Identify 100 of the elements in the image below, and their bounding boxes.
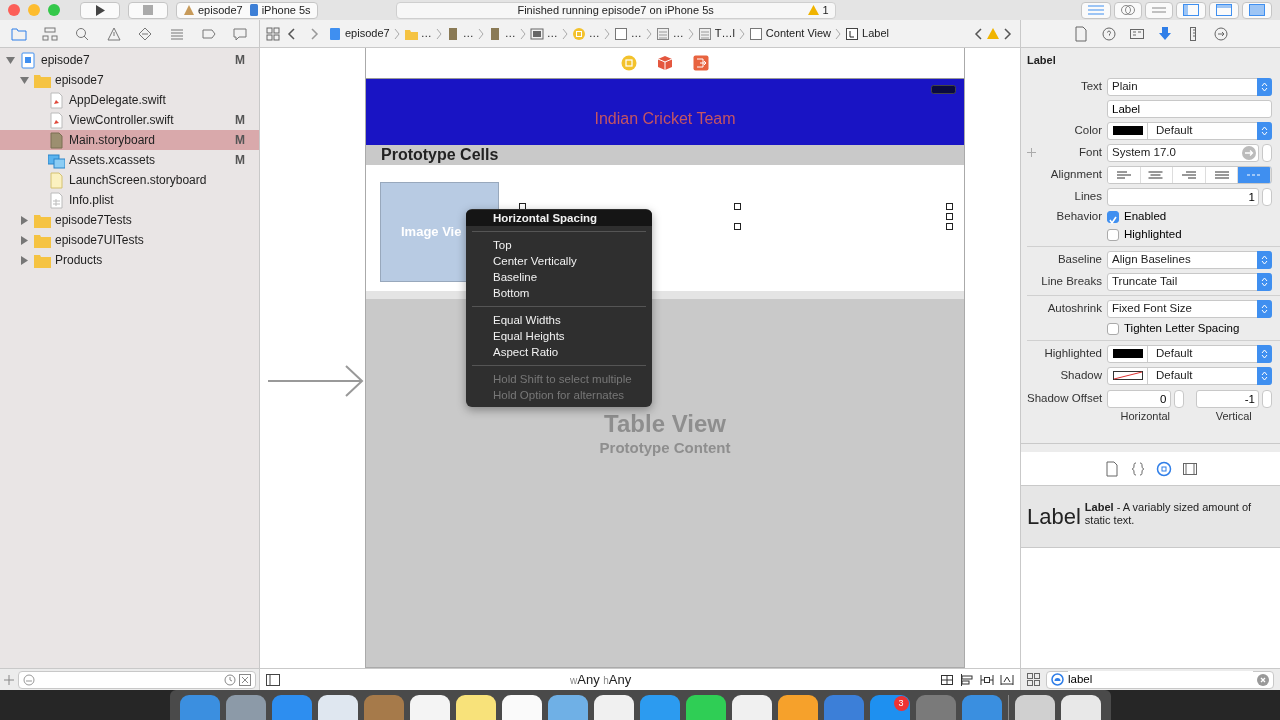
path-item[interactable]: … [653,25,686,42]
stepper[interactable] [1262,143,1272,162]
stepper[interactable] [1262,389,1272,408]
related-items-icon[interactable] [266,26,280,41]
stack-icon[interactable] [940,673,954,686]
resize-handle[interactable] [734,203,741,210]
folder-icon[interactable] [10,25,27,42]
standard-editor-button[interactable] [1081,1,1111,19]
file-tree-item[interactable]: episode7 [0,70,259,90]
collapse-triangle-icon[interactable] [5,55,15,65]
window-control-button[interactable] [8,4,20,16]
menu-item[interactable]: Equal Heights [466,328,652,344]
utilities-toggle-button[interactable] [1242,1,1272,19]
number-field[interactable]: 0 [1107,389,1171,408]
scheme-selector[interactable]: episode7 iPhone 5s [176,1,318,19]
menu-item[interactable]: Center Vertically [466,253,652,269]
help-icon[interactable] [1100,25,1117,42]
sidebar-toggle-icon[interactable] [266,673,280,686]
navigator-toggle-button[interactable] [1176,1,1206,19]
stepper[interactable] [1262,187,1272,206]
menu-item[interactable]: Horizontal Spacing [466,210,652,226]
dropdown[interactable]: Truncate Tail [1107,272,1272,291]
file-tree-item[interactable]: Assets.xcassets M [0,150,259,170]
hierarchy-icon[interactable] [42,25,59,42]
path-item[interactable]: … [485,25,518,42]
collapse-triangle-icon[interactable] [19,75,29,85]
file-tree-item[interactable]: LaunchScreen.storyboard [0,170,259,190]
number-field[interactable]: 1 [1107,187,1259,206]
clear-icon[interactable] [1257,673,1269,686]
previous-issue-icon[interactable] [972,26,984,41]
cube-icon[interactable] [657,55,673,71]
file-tree-item[interactable]: Info.plist [0,190,259,210]
attributes-icon[interactable] [1156,25,1173,42]
checkbox[interactable]: Enabled [1107,207,1167,226]
menu-item[interactable]: Baseline [466,269,652,285]
menu-item[interactable]: Equal Widths [466,312,652,328]
file-tree-item[interactable]: Products [0,250,259,270]
path-item[interactable]: Content View [746,25,834,42]
app-icon[interactable]: 3 [869,695,910,720]
object-icon[interactable] [1155,460,1172,477]
debug-toggle-button[interactable] [1209,1,1239,19]
path-item[interactable]: … [443,25,476,42]
checkbox[interactable]: Highlighted [1107,225,1182,244]
font-field[interactable]: System 17.0 [1107,143,1259,162]
color-dropdown[interactable]: Default [1107,121,1272,140]
size-class-button[interactable]: wAny hAny [570,669,632,690]
arrow-circle-icon[interactable] [1242,145,1256,160]
file-icon[interactable] [1103,460,1120,477]
search-icon[interactable] [74,25,91,42]
window-control-button[interactable] [48,4,60,16]
warning-icon[interactable] [105,25,122,42]
dropdown[interactable]: Fixed Font Size [1107,299,1272,318]
film-icon[interactable] [1181,460,1198,477]
file-tree-item[interactable]: episode7 M [0,50,259,70]
filter-field[interactable] [18,670,256,689]
dropdown[interactable]: Align Baselines [1107,250,1272,269]
expand-triangle-icon[interactable] [19,235,29,245]
grid-view-icon[interactable] [1027,673,1040,686]
pin-icon[interactable] [980,673,994,686]
path-item[interactable]: episode7 [326,25,392,42]
color-dropdown[interactable]: Default [1107,344,1272,363]
text-field[interactable]: Label [1107,99,1272,118]
resize-handle[interactable] [734,223,741,230]
menu-item[interactable]: Aspect Ratio [466,344,652,360]
align-icon[interactable] [960,673,974,686]
library-search-field[interactable]: label [1046,670,1274,689]
dropdown[interactable]: Plain [1107,77,1272,96]
braces-icon[interactable] [1129,460,1146,477]
path-item[interactable]: Label [843,25,891,42]
clock-icon[interactable] [224,673,236,686]
resolve-icon[interactable] [1000,673,1014,686]
file-icon[interactable] [1072,25,1089,42]
view-controller-icon[interactable] [621,55,637,71]
square-cross-icon[interactable] [239,673,251,686]
diamond-icon[interactable] [137,25,154,42]
add-icon[interactable] [1027,148,1036,157]
exit-icon[interactable] [693,55,709,71]
stop-button[interactable] [128,1,168,19]
file-tree-item[interactable]: Main.storyboard M [0,130,259,150]
path-item[interactable]: T…l [695,25,737,42]
number-field[interactable]: -1 [1195,389,1259,408]
path-item[interactable]: … [611,25,644,42]
expand-triangle-icon[interactable] [19,255,29,265]
path-item[interactable]: … [569,25,602,42]
file-tree-item[interactable]: episode7UITests [0,230,259,250]
expand-triangle-icon[interactable] [19,215,29,225]
file-tree-item[interactable]: AppDelegate.swift [0,90,259,110]
file-tree-item[interactable]: ViewController.swift M [0,110,259,130]
assistant-editor-button[interactable] [1114,1,1142,19]
speech-bubble-icon[interactable] [232,25,249,42]
path-item[interactable]: … [401,25,434,42]
alignment-segment[interactable] [1108,166,1141,183]
checkbox[interactable]: Tighten Letter Spacing [1107,319,1240,338]
version-editor-button[interactable] [1145,1,1173,19]
segmented-control[interactable] [1107,165,1272,184]
menu-item[interactable]: Bottom [466,285,652,301]
alignment-segment[interactable] [1238,166,1271,183]
color-dropdown[interactable]: Default [1107,366,1272,385]
path-item[interactable]: … [527,25,560,42]
run-button[interactable] [80,1,120,19]
